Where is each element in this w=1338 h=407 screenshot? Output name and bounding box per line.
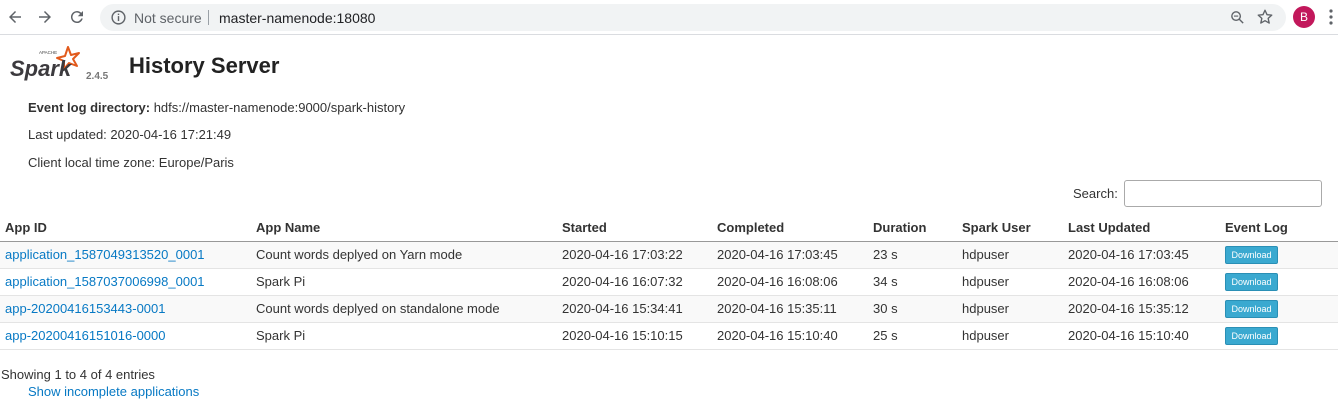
address-bar[interactable]: Not secure master-namenode:18080 (100, 4, 1286, 31)
zoom-icon[interactable] (1229, 9, 1246, 26)
table-row: app-20200416153443-0001 Count words depl… (0, 295, 1338, 323)
duration-cell: 34 s (868, 268, 957, 296)
browser-toolbar: Not secure master-namenode:18080 B (0, 0, 1338, 35)
spark-user-cell: hdpuser (957, 322, 1063, 350)
arrow-right-icon (39, 11, 51, 23)
app-name-cell: Count words deplyed on standalone mode (251, 295, 557, 323)
column-header-started[interactable]: Started (557, 215, 712, 242)
event-log-cell: Download (1220, 295, 1338, 323)
duration-cell: 23 s (868, 241, 957, 269)
client-timezone: Client local time zone: Europe/Paris (28, 155, 234, 170)
spark-logo[interactable]: APACHE Spark (8, 45, 88, 85)
started-cell: 2020-04-16 16:07:32 (557, 268, 712, 296)
column-header-duration[interactable]: Duration (868, 215, 957, 242)
security-label: Not secure (134, 10, 202, 26)
applications-table: App ID App Name Started Completed Durati… (0, 215, 1338, 350)
address-separator (208, 10, 209, 25)
download-button[interactable]: Download (1225, 272, 1278, 291)
event-log-directory: Event log directory: hdfs://master-namen… (28, 100, 405, 115)
reload-button[interactable] (65, 5, 89, 29)
app-id-cell: app-20200416153443-0001 (0, 295, 251, 323)
table-row: app-20200416151016-0000 Spark Pi 2020-04… (0, 322, 1338, 350)
event-log-cell: Download (1220, 322, 1338, 350)
download-button[interactable]: Download (1225, 326, 1278, 345)
spark-user-cell: hdpuser (957, 268, 1063, 296)
app-id-link[interactable]: application_1587049313520_0001 (5, 247, 205, 262)
completed-cell: 2020-04-16 15:10:40 (712, 322, 868, 350)
app-id-cell: app-20200416151016-0000 (0, 322, 251, 350)
duration-cell: 30 s (868, 295, 957, 323)
table-header-row: App ID App Name Started Completed Durati… (0, 215, 1338, 242)
spark-user-cell: hdpuser (957, 241, 1063, 269)
column-header-spark-user[interactable]: Spark User (957, 215, 1063, 242)
started-cell: 2020-04-16 15:10:15 (557, 322, 712, 350)
table-row: application_1587037006998_0001 Spark Pi … (0, 268, 1338, 296)
event-log-value: hdfs://master-namenode:9000/spark-histor… (153, 100, 406, 115)
url-text[interactable]: master-namenode:18080 (219, 10, 375, 26)
last-updated-cell: 2020-04-16 15:10:40 (1063, 322, 1220, 350)
started-cell: 2020-04-16 15:34:41 (557, 295, 712, 323)
reload-icon (70, 11, 83, 24)
download-button[interactable]: Download (1225, 245, 1278, 264)
last-updated-cell: 2020-04-16 15:35:12 (1063, 295, 1220, 323)
column-header-last-updated[interactable]: Last Updated (1063, 215, 1220, 242)
entries-info: Showing 1 to 4 of 4 entries (1, 367, 155, 382)
arrow-left-icon (9, 11, 21, 23)
forward-button[interactable] (33, 5, 57, 29)
event-log-cell: Download (1220, 241, 1338, 269)
spark-user-cell: hdpuser (957, 295, 1063, 323)
duration-cell: 25 s (868, 322, 957, 350)
bookmark-star-icon[interactable] (1256, 8, 1274, 26)
event-log-cell: Download (1220, 268, 1338, 296)
logo-apache-text: APACHE (39, 50, 57, 55)
column-header-completed[interactable]: Completed (712, 215, 868, 242)
menu-dots-icon[interactable] (1328, 8, 1334, 26)
logo-spark-text: Spark (10, 56, 73, 81)
last-updated: Last updated: 2020-04-16 17:21:49 (28, 127, 232, 142)
completed-cell: 2020-04-16 15:35:11 (712, 295, 868, 323)
info-icon[interactable] (110, 9, 127, 26)
page-title: History Server (129, 53, 280, 78)
app-id-cell: application_1587049313520_0001 (0, 241, 251, 269)
table-row: application_1587049313520_0001 Count wor… (0, 241, 1338, 269)
column-header-app-id[interactable]: App ID (0, 215, 251, 242)
started-cell: 2020-04-16 17:03:22 (557, 241, 712, 269)
last-updated-cell: 2020-04-16 17:03:45 (1063, 241, 1220, 269)
profile-avatar[interactable]: B (1293, 6, 1315, 28)
app-id-link[interactable]: application_1587037006998_0001 (5, 274, 205, 289)
show-incomplete-link[interactable]: Show incomplete applications (28, 384, 199, 399)
app-name-cell: Spark Pi (251, 322, 557, 350)
completed-cell: 2020-04-16 17:03:45 (712, 241, 868, 269)
app-id-link[interactable]: app-20200416153443-0001 (5, 301, 166, 316)
search-label: Search: (1073, 186, 1118, 201)
event-log-label: Event log directory: (28, 100, 151, 115)
back-button[interactable] (3, 5, 27, 29)
app-id-link[interactable]: app-20200416151016-0000 (5, 328, 166, 343)
completed-cell: 2020-04-16 16:08:06 (712, 268, 868, 296)
app-name-cell: Count words deplyed on Yarn mode (251, 241, 557, 269)
download-button[interactable]: Download (1225, 299, 1278, 318)
column-header-app-name[interactable]: App Name (251, 215, 557, 242)
last-updated-cell: 2020-04-16 16:08:06 (1063, 268, 1220, 296)
app-id-cell: application_1587037006998_0001 (0, 268, 251, 296)
column-header-event-log[interactable]: Event Log (1220, 215, 1338, 242)
spark-version: 2.4.5 (86, 71, 109, 82)
app-name-cell: Spark Pi (251, 268, 557, 296)
search-input[interactable] (1124, 180, 1322, 207)
